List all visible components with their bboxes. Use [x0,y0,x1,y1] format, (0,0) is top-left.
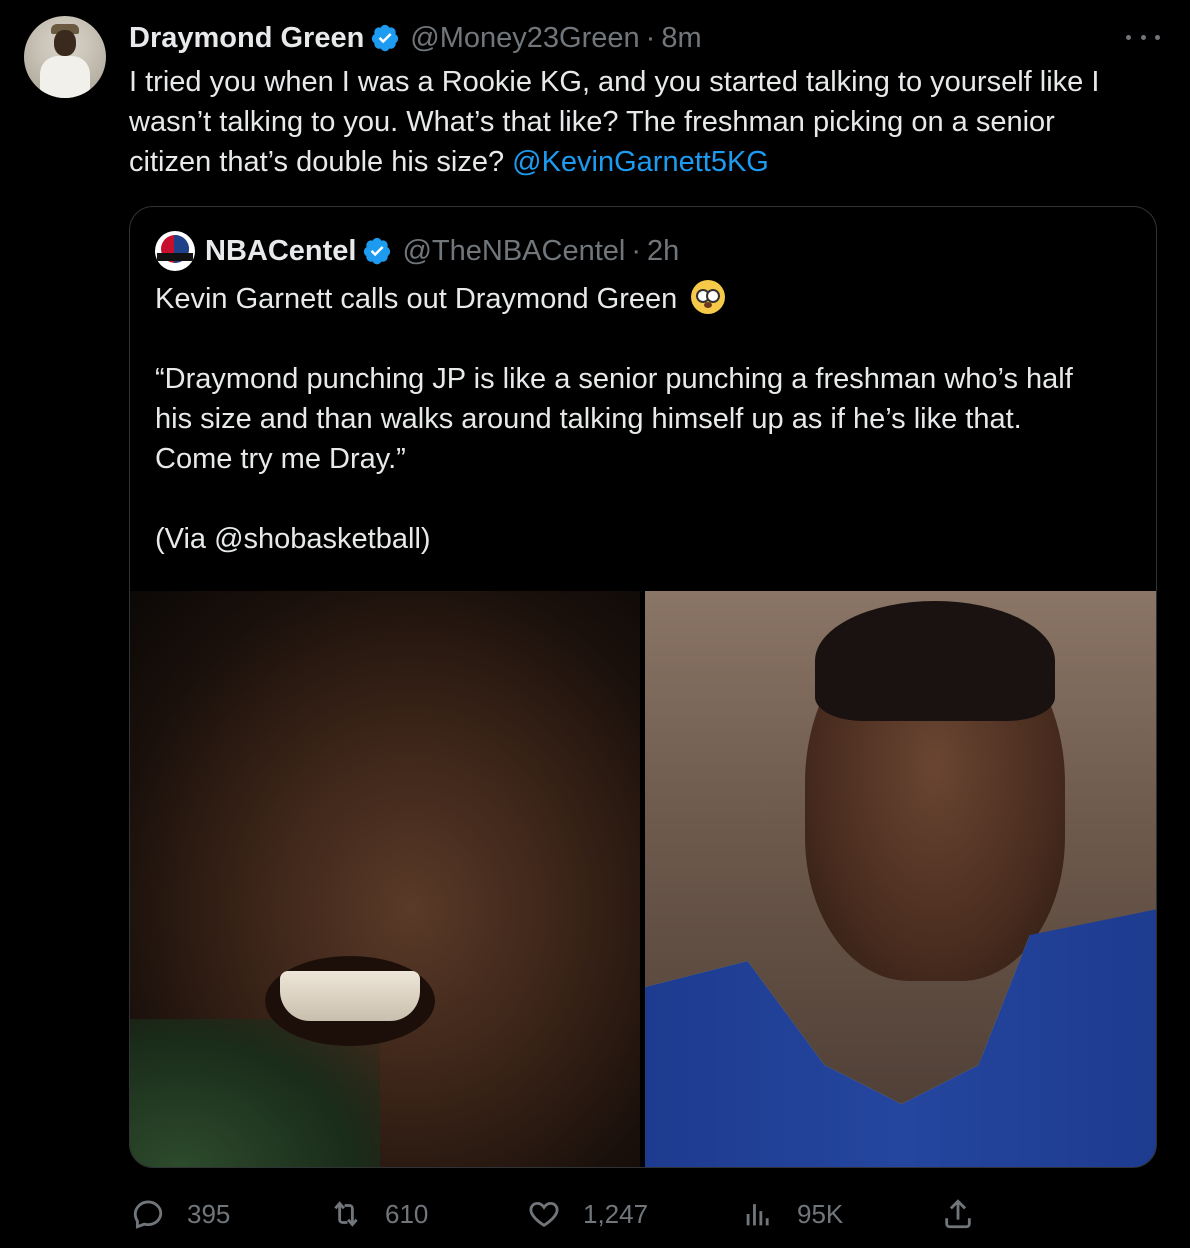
verified-badge-icon [372,24,399,52]
views-chart-icon [746,1204,769,1226]
header-separator: · [645,21,656,54]
views-button[interactable]: 95K [741,1194,843,1234]
quoted-tweet-media[interactable] [130,591,1156,1167]
media-image-left[interactable] [130,591,640,1167]
share-button[interactable] [941,1194,997,1234]
quoted-text-line: Kevin Garnett calls out Draymond Green [155,279,1145,319]
like-button[interactable]: 1,247 [527,1194,648,1234]
header-separator: · [631,234,642,267]
avatar-head [54,30,76,56]
quoted-tweet-time[interactable]: 2h [647,235,679,268]
reply-icon [133,1200,163,1229]
tweet-actions-bar: 395 610 1,247 95K [129,1194,989,1234]
tweet-header: Draymond Green @Money23Green · 8m [129,18,702,58]
tweet-text: I tried you when I was a Rookie KG, and … [129,62,1164,182]
author-name[interactable]: Draymond Green [129,22,364,55]
share-icon [945,1199,971,1229]
tweet-text-segment: citizen that’s double his size? [129,146,505,178]
more-options-icon[interactable] [1126,22,1160,52]
like-count: 1,247 [583,1198,649,1229]
quoted-author-handle[interactable]: @TheNBACentel [402,235,625,268]
quoted-author-name[interactable]: NBACentel [205,235,356,268]
quoted-text-line: (Via @shobasketball) [155,523,431,555]
heart-icon [529,1201,559,1227]
tweet-time[interactable]: 8m [661,22,701,55]
quoted-text-segment: Kevin Garnett calls out Draymond Green [155,283,678,315]
quoted-tweet-text: Kevin Garnett calls out Draymond Green “… [155,279,1145,559]
tweet-text-line: wasn’t talking to you. What’s that like?… [129,106,1055,138]
retweet-icon [334,1201,358,1227]
author-avatar[interactable] [24,16,106,98]
flushed-face-emoji-icon [691,280,726,314]
tweet-text-line: I tried you when I was a Rookie KG, and … [129,66,1100,98]
retweet-count: 610 [385,1198,429,1229]
reply-button[interactable]: 395 [131,1194,230,1234]
tweet-text-line: citizen that’s double his size? @KevinGa… [129,142,1164,182]
retweet-button[interactable]: 610 [329,1194,428,1234]
quoted-text-line: his size and than walks around talking h… [155,403,1022,435]
author-handle[interactable]: @Money23Green [410,22,639,55]
quoted-tweet[interactable]: NBACentel @TheNBACentel · 2h Kevin Garne… [129,206,1157,1168]
quoted-tweet-header: NBACentel @TheNBACentel · 2h [155,231,679,271]
mention-link[interactable]: @KevinGarnett5KG [512,146,769,178]
verified-badge-icon [364,237,391,265]
avatar-body [40,56,90,98]
quoted-text-line: “Draymond punching JP is like a senior p… [155,363,1073,395]
reply-count: 395 [187,1198,231,1229]
quoted-author-avatar[interactable] [155,231,195,271]
media-image-right[interactable] [645,591,1156,1167]
quoted-text-line: Come try me Dray.” [155,443,406,475]
views-count: 95K [797,1198,844,1229]
